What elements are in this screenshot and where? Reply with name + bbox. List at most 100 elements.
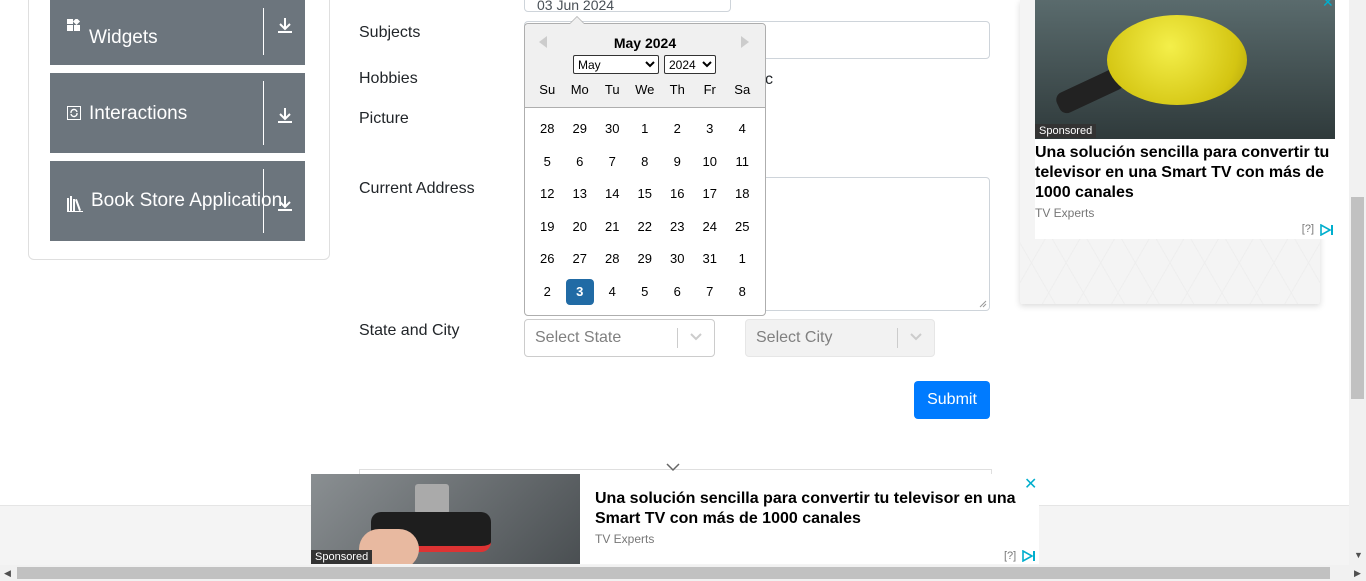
next-month-icon[interactable] bbox=[741, 36, 749, 48]
datepicker-day[interactable]: 11 bbox=[728, 149, 756, 175]
datepicker-day[interactable]: 4 bbox=[598, 279, 626, 305]
datepicker-day[interactable]: 3 bbox=[696, 116, 724, 142]
download-arrow-icon[interactable] bbox=[275, 193, 295, 213]
ad-source[interactable]: TV Experts bbox=[1035, 206, 1335, 220]
datepicker-day[interactable]: 31 bbox=[696, 246, 724, 272]
ad-info-link[interactable]: [?] bbox=[1302, 223, 1314, 235]
scroll-left-icon[interactable]: ◀ bbox=[4, 568, 11, 579]
datepicker-day[interactable]: 18 bbox=[728, 181, 756, 207]
weekday-name: Sa bbox=[734, 82, 751, 97]
datepicker-week: 26 27 28 29 30 31 1 bbox=[531, 246, 759, 279]
datepicker-day[interactable]: 4 bbox=[728, 116, 756, 142]
datepicker-day[interactable]: 24 bbox=[696, 214, 724, 240]
datepicker-day[interactable]: 1 bbox=[631, 116, 659, 142]
datepicker-day[interactable]: 27 bbox=[566, 246, 594, 272]
ad-info-link[interactable]: [?] bbox=[1004, 550, 1016, 562]
datepicker-day[interactable]: 8 bbox=[631, 149, 659, 175]
datepicker-day[interactable]: 23 bbox=[663, 214, 691, 240]
datepicker-day[interactable]: 22 bbox=[631, 214, 659, 240]
ad-image[interactable]: Sponsored bbox=[1035, 0, 1335, 139]
sponsored-badge: Sponsored bbox=[311, 550, 373, 564]
datepicker-day[interactable]: 6 bbox=[566, 149, 594, 175]
datepicker-day[interactable]: 1 bbox=[728, 246, 756, 272]
datepicker-day[interactable]: 7 bbox=[696, 279, 724, 305]
datepicker-day[interactable]: 14 bbox=[598, 181, 626, 207]
interactions-icon bbox=[67, 106, 81, 120]
chevron-down-icon bbox=[678, 329, 714, 347]
datepicker-week: 5 6 7 8 9 10 11 bbox=[531, 149, 759, 182]
sidebar-group-interactions[interactable]: Interactions bbox=[50, 73, 305, 153]
datepicker-day[interactable]: 10 bbox=[696, 149, 724, 175]
book-store-icon bbox=[67, 196, 83, 212]
download-arrow-icon[interactable] bbox=[275, 15, 295, 35]
divider bbox=[263, 81, 264, 145]
datepicker-day[interactable]: 28 bbox=[598, 246, 626, 272]
datepicker-day[interactable]: 16 bbox=[663, 181, 691, 207]
city-placeholder: Select City bbox=[756, 329, 833, 346]
datepicker-day[interactable]: 26 bbox=[533, 246, 561, 272]
chevron-down-icon bbox=[898, 329, 934, 347]
year-select[interactable]: 2024 bbox=[664, 55, 716, 74]
datepicker-day[interactable]: 6 bbox=[663, 279, 691, 305]
datepicker-day[interactable]: 5 bbox=[533, 149, 561, 175]
datepicker-day[interactable]: 15 bbox=[631, 181, 659, 207]
datepicker-popup: May 2024 May 2024 Su Mo Tu We Th Fr Sa 2… bbox=[524, 16, 766, 316]
ad-background-pattern bbox=[1020, 239, 1320, 304]
datepicker-day[interactable]: 29 bbox=[631, 246, 659, 272]
hobbies-label: Hobbies bbox=[359, 70, 418, 87]
close-icon[interactable]: ✕ bbox=[1024, 474, 1037, 494]
datepicker-day[interactable]: 5 bbox=[631, 279, 659, 305]
horizontal-scrollbar-thumb[interactable] bbox=[17, 567, 1330, 579]
datepicker-week: 2345678 bbox=[531, 278, 759, 312]
widgets-icon bbox=[67, 17, 81, 33]
datepicker-day[interactable]: 9 bbox=[663, 149, 691, 175]
scroll-down-icon[interactable]: ▼ bbox=[1354, 550, 1363, 560]
datepicker-day[interactable]: 13 bbox=[566, 181, 594, 207]
datepicker-day[interactable]: 7 bbox=[598, 149, 626, 175]
state-select[interactable]: Select State bbox=[524, 319, 715, 357]
download-arrow-icon[interactable] bbox=[275, 105, 295, 125]
datepicker-day[interactable]: 30 bbox=[663, 246, 691, 272]
datepicker-day[interactable]: 19 bbox=[533, 214, 561, 240]
resize-handle-icon[interactable] bbox=[979, 300, 987, 308]
weekday-name: Fr bbox=[703, 82, 716, 97]
sidebar-group-widgets[interactable]: Widgets bbox=[50, 0, 305, 65]
date-value: 03 Jun 2024 bbox=[537, 0, 615, 13]
datepicker-current-month: May 2024 bbox=[613, 35, 677, 51]
ad-source[interactable]: TV Experts bbox=[595, 532, 654, 546]
datepicker-day[interactable]: 28 bbox=[533, 116, 561, 142]
datepicker-week: 19 20 21 22 23 24 25 bbox=[531, 214, 759, 247]
ad-right[interactable]: Sponsored ✕ Una solución sencilla para c… bbox=[1020, 0, 1335, 304]
adchoices-icon[interactable] bbox=[1320, 223, 1334, 241]
sponsored-badge: Sponsored bbox=[1035, 124, 1097, 138]
scroll-right-icon[interactable]: ▶ bbox=[1354, 568, 1361, 579]
datepicker-day[interactable]: 25 bbox=[728, 214, 756, 240]
ad-image[interactable]: Sponsored bbox=[311, 474, 580, 564]
submit-button[interactable]: Submit bbox=[914, 381, 990, 419]
ad-bottom[interactable]: Sponsored Una solución sencilla para con… bbox=[311, 474, 1039, 564]
datepicker-day[interactable]: 29 bbox=[566, 116, 594, 142]
state-placeholder: Select State bbox=[535, 329, 622, 346]
datepicker-week: 12 13 14 15 16 17 18 bbox=[531, 181, 759, 214]
ad-title[interactable]: Una solución sencilla para convertir tu … bbox=[595, 489, 1025, 529]
vertical-scrollbar-thumb[interactable] bbox=[1351, 197, 1364, 399]
month-select[interactable]: May bbox=[573, 55, 659, 74]
date-of-birth-input[interactable]: 03 Jun 2024 bbox=[524, 0, 731, 13]
close-icon[interactable]: ✕ bbox=[1322, 0, 1334, 11]
datepicker-day[interactable]: 21 bbox=[598, 214, 626, 240]
datepicker-day[interactable]: 12 bbox=[533, 181, 561, 207]
sidebar-group-book-store[interactable]: Book Store Application bbox=[50, 161, 305, 241]
datepicker-day[interactable]: 17 bbox=[696, 181, 724, 207]
datepicker-day[interactable]: 20 bbox=[566, 214, 594, 240]
sidebar-group-title: Widgets bbox=[89, 27, 158, 48]
ad-text[interactable]: Una solución sencilla para convertir tu … bbox=[1035, 139, 1335, 239]
datepicker-day[interactable]: 3 bbox=[565, 278, 594, 305]
city-select[interactable]: Select City bbox=[745, 319, 935, 357]
datepicker-day[interactable]: 2 bbox=[533, 279, 561, 305]
datepicker-header: May 2024 May 2024 Su Mo Tu We Th Fr Sa bbox=[525, 24, 765, 108]
datepicker-day[interactable]: 8 bbox=[728, 279, 756, 305]
ad-title[interactable]: Una solución sencilla para convertir tu … bbox=[1035, 139, 1335, 203]
current-address-label: Current Address bbox=[359, 180, 475, 197]
datepicker-day[interactable]: 30 bbox=[598, 116, 626, 142]
datepicker-day[interactable]: 2 bbox=[663, 116, 691, 142]
